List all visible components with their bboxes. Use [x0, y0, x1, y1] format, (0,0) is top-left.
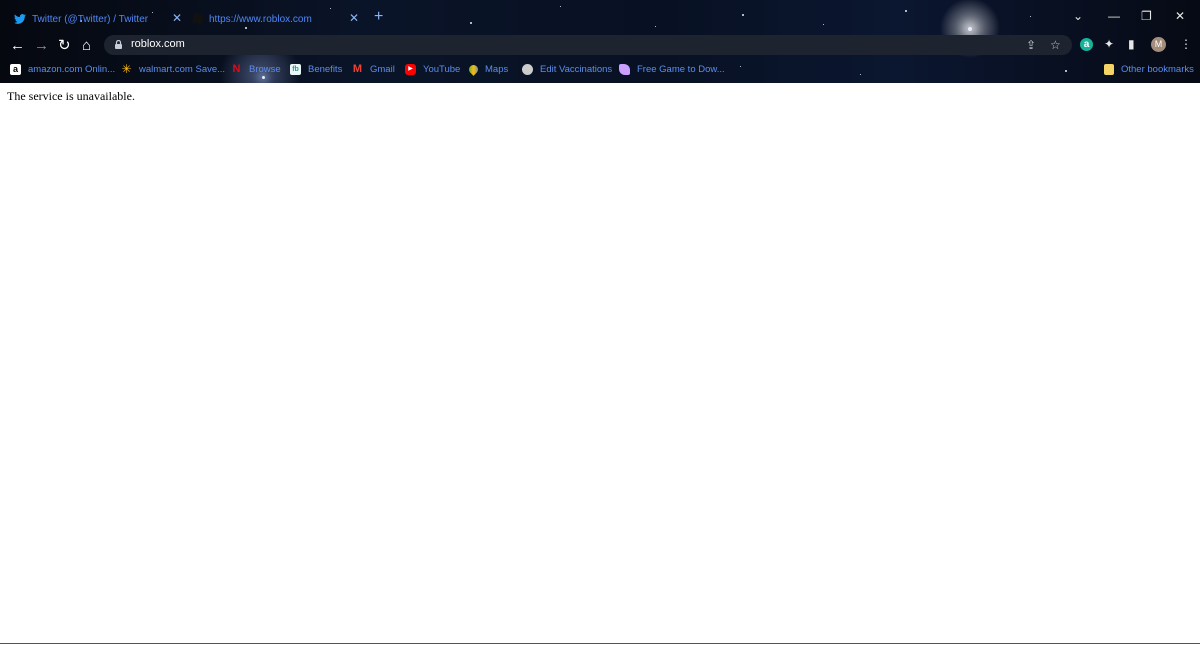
bookmark-label: Free Game to Dow...: [637, 63, 725, 75]
amazon-icon: a: [10, 63, 21, 75]
new-tab-button[interactable]: +: [374, 9, 383, 25]
bookmark-label: Edit Vaccinations: [540, 63, 613, 75]
tab-strip: Twitter (@Twitter) / Twitter ✕ https://w…: [0, 0, 1200, 35]
bookmarks-bar: a amazon.com Onlin... ✳ walmart.com Save…: [0, 60, 1200, 80]
error-message: The service is unavailable.: [7, 89, 135, 103]
extension-a-icon[interactable]: a: [1080, 38, 1093, 51]
roblox-icon: [192, 13, 204, 25]
game-icon: [619, 63, 630, 75]
home-button[interactable]: ⌂: [82, 37, 91, 55]
restore-button[interactable]: ❐: [1141, 9, 1152, 23]
tab-roblox[interactable]: https://www.roblox.com ✕: [192, 6, 359, 32]
share-icon[interactable]: ⇪: [1026, 38, 1036, 52]
bookmark-label: Maps: [485, 63, 509, 75]
bookmark-youtube[interactable]: ▶ YouTube: [405, 62, 460, 76]
bookmark-maps[interactable]: Maps: [467, 62, 509, 76]
bookmark-gmail[interactable]: M Gmail: [352, 62, 395, 76]
url-text[interactable]: roblox.com: [131, 38, 185, 50]
toolbar: ← → ↻ ⌂ roblox.com ⇪ ☆: [0, 35, 1200, 57]
divider: [0, 643, 1200, 644]
bookmark-label: Browse: [249, 63, 281, 75]
walmart-icon: ✳: [121, 61, 132, 76]
profile-avatar[interactable]: M: [1151, 37, 1166, 52]
lock-icon[interactable]: [115, 40, 122, 49]
menu-icon[interactable]: ⋮: [1180, 37, 1192, 51]
bookmark-walmart[interactable]: ✳ walmart.com Save...: [121, 62, 225, 76]
tab-title: https://www.roblox.com: [209, 13, 312, 25]
bookmark-edit-vaccinations[interactable]: Edit Vaccinations: [522, 62, 612, 76]
tab-title: Twitter (@Twitter) / Twitter: [32, 13, 149, 25]
back-button[interactable]: ←: [10, 37, 25, 55]
gmail-icon: M: [352, 62, 363, 75]
bookmark-label: Gmail: [370, 63, 395, 75]
twitter-icon: [14, 14, 26, 24]
bookmark-amazon[interactable]: a amazon.com Onlin...: [10, 62, 115, 76]
youtube-icon: ▶: [405, 63, 416, 75]
netflix-icon: N: [232, 62, 241, 75]
bookmark-benefits[interactable]: fb Benefits: [290, 62, 342, 76]
address-bar[interactable]: roblox.com ⇪ ☆: [104, 35, 1072, 55]
bookmark-label: Benefits: [308, 63, 343, 75]
other-bookmarks[interactable]: Other bookmarks: [1104, 62, 1194, 76]
side-panel-icon[interactable]: ▮: [1128, 37, 1135, 51]
maps-icon: [467, 62, 480, 76]
tab-twitter[interactable]: Twitter (@Twitter) / Twitter ✕: [14, 6, 182, 32]
globe-icon: [522, 63, 533, 75]
bookmark-label: amazon.com Onlin...: [28, 63, 116, 75]
reload-button[interactable]: ↻: [58, 37, 71, 55]
folder-icon: [1104, 63, 1114, 75]
bookmark-label: walmart.com Save...: [139, 63, 226, 75]
bookmark-star-icon[interactable]: ☆: [1050, 38, 1061, 52]
close-tab-icon[interactable]: ✕: [172, 11, 182, 25]
benefits-icon: fb: [290, 63, 301, 75]
bookmark-label: YouTube: [423, 63, 461, 75]
forward-button[interactable]: →: [34, 37, 49, 55]
other-bookmarks-label: Other bookmarks: [1121, 63, 1194, 75]
minimize-button[interactable]: —: [1108, 9, 1120, 23]
browser-chrome: Twitter (@Twitter) / Twitter ✕ https://w…: [0, 0, 1200, 83]
tab-search-icon[interactable]: ⌄: [1073, 9, 1083, 23]
close-tab-icon[interactable]: ✕: [349, 11, 359, 25]
close-window-button[interactable]: ✕: [1175, 9, 1185, 23]
bookmark-free-game[interactable]: Free Game to Dow...: [619, 62, 725, 76]
bookmark-netflix[interactable]: N Browse: [231, 62, 281, 76]
extensions-puzzle-icon[interactable]: ✦: [1104, 37, 1114, 51]
